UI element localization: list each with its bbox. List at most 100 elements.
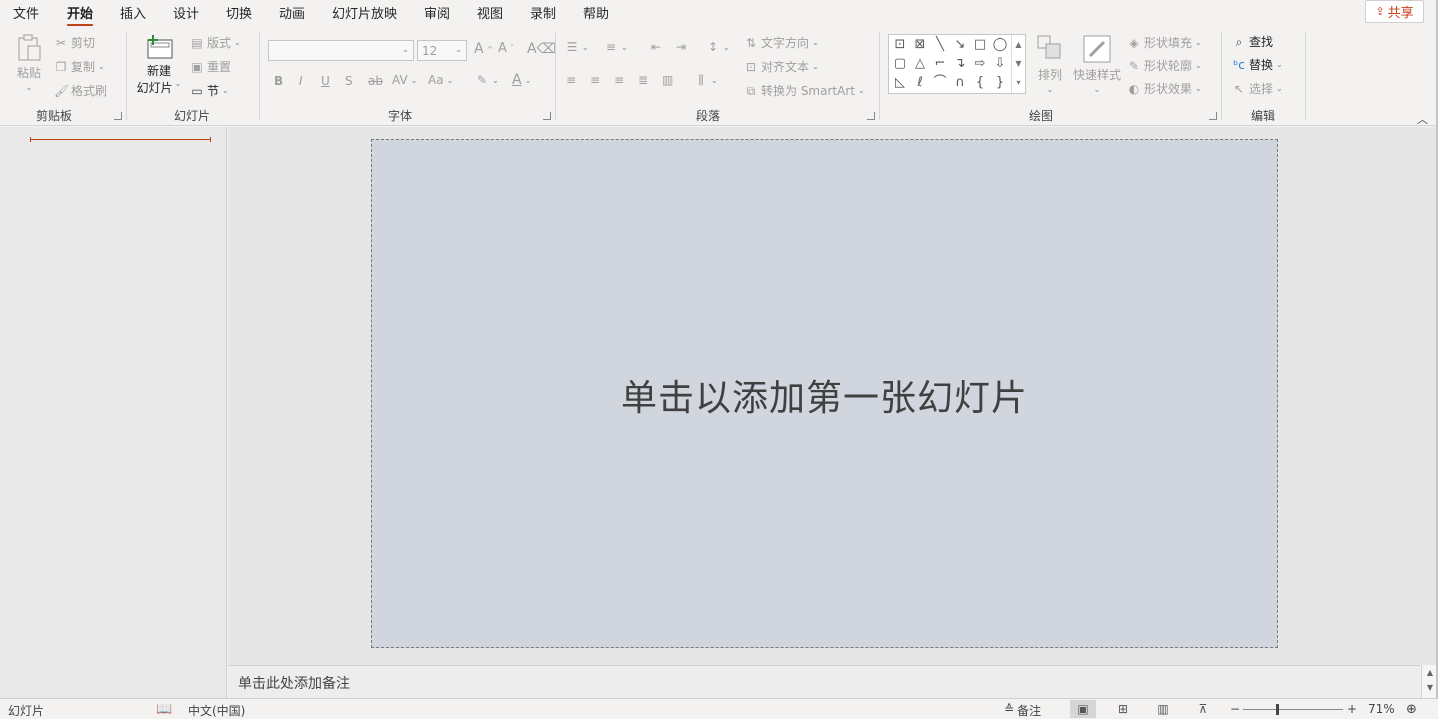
cut-label: 剪切 — [71, 36, 96, 50]
bold-button[interactable]: B — [274, 74, 283, 88]
tab-file[interactable]: 文件 — [13, 3, 39, 22]
share-button[interactable]: ⇪ 共享 — [1365, 0, 1424, 23]
shape-fill-button[interactable]: ◈ 形状填充 ⌄ — [1127, 34, 1201, 51]
scribble-shape-icon[interactable]: ℓ — [911, 74, 929, 92]
normal-view-icon[interactable]: ▣ — [1070, 700, 1096, 718]
copy-button[interactable]: ❐ 复制 ⌄ — [54, 58, 105, 75]
zoom-slider[interactable] — [1243, 704, 1343, 715]
clipboard-launcher-icon[interactable] — [114, 112, 122, 120]
layout-button[interactable]: ▤ 版式 ⌄ — [190, 34, 240, 51]
arc-shape-icon[interactable]: ⌒ — [931, 74, 949, 92]
shrink-font-icon[interactable]: Aˇ — [498, 41, 514, 56]
new-slide-button[interactable]: 新建 幻灯片 ⌄ — [136, 34, 182, 96]
rectangle-shape-icon[interactable]: □ — [971, 36, 989, 54]
highlight-button[interactable]: ✎ ⌄ — [475, 73, 499, 87]
font-size-combobox[interactable]: 12 ⌄ — [417, 40, 467, 61]
language-indicator[interactable]: 中文(中国) — [188, 702, 245, 719]
tab-design[interactable]: 设计 — [173, 3, 199, 22]
rounded-rect-shape-icon[interactable]: ▢ — [891, 55, 909, 73]
empty-slide-placeholder[interactable]: 单击以添加第一张幻灯片 — [371, 139, 1278, 648]
tab-review[interactable]: 审阅 — [424, 3, 450, 22]
zoom-out-icon[interactable]: − — [1230, 702, 1240, 716]
reset-label: 重置 — [207, 60, 232, 74]
collapse-ribbon-icon[interactable]: ︿ — [1417, 111, 1428, 127]
distributed-icon[interactable]: ▥ — [662, 73, 673, 87]
notes-pane[interactable]: 单击此处添加备注 — [228, 665, 1420, 698]
shadow-button[interactable]: S — [345, 74, 353, 88]
cut-button[interactable]: ✂ 剪切 — [54, 34, 95, 51]
text-direction-button[interactable]: ⇅ 文字方向 ⌄ — [744, 34, 819, 51]
elbow-connector-shape-icon[interactable]: ⌐ — [931, 55, 949, 73]
increase-indent-icon[interactable]: ⇥ — [676, 40, 686, 54]
align-text-button[interactable]: ⊡ 对齐文本 ⌄ — [744, 58, 819, 75]
italic-button[interactable]: I — [299, 74, 303, 88]
right-arrow-shape-icon[interactable]: ⇨ — [971, 55, 989, 73]
quick-styles-button[interactable]: 快速样式 ⌄ — [1072, 34, 1122, 94]
tab-home[interactable]: 开始 — [67, 3, 94, 27]
notes-button[interactable]: ≙ 备注 — [1004, 702, 1041, 719]
shapes-gallery[interactable]: ⊡ ⊠ ╲ ↘ □ ◯ ▢ △ ⌐ ↴ ⇨ ⇩ ◺ ℓ ⌒ ∩ { } ▲ ▼ ▾ — [888, 34, 1026, 94]
font-color-button[interactable]: A ⌄ — [512, 72, 531, 88]
left-brace-shape-icon[interactable]: { — [971, 74, 989, 92]
find-button[interactable]: ⌕ 查找 — [1232, 33, 1273, 50]
tab-help[interactable]: 帮助 — [583, 3, 609, 22]
line-spacing-button[interactable]: ↕ ⌄ — [706, 40, 730, 54]
change-case-button[interactable]: Aa ⌄ — [428, 73, 453, 87]
format-painter-button[interactable]: 🖌 格式刷 — [54, 82, 107, 99]
down-arrow-shape-icon[interactable]: ⇩ — [991, 55, 1009, 73]
paragraph-launcher-icon[interactable] — [867, 112, 875, 120]
align-right-icon[interactable]: ≡ — [614, 73, 624, 87]
vertical-textbox-shape-icon[interactable]: ⊠ — [911, 36, 929, 54]
zoom-level[interactable]: 71% — [1368, 702, 1395, 716]
accessibility-icon[interactable]: 📖 — [156, 702, 172, 717]
font-name-combobox[interactable]: ⌄ — [268, 40, 414, 61]
paste-button[interactable]: 粘贴 ⌄ — [15, 34, 43, 92]
curve-shape-icon[interactable]: ∩ — [951, 74, 969, 92]
tab-record[interactable]: 录制 — [530, 3, 556, 22]
shapes-gallery-scroll[interactable]: ▲ ▼ ▾ — [1011, 35, 1025, 93]
clear-formatting-icon[interactable]: A⌫ — [527, 41, 556, 57]
grow-font-icon[interactable]: A ^ — [474, 41, 493, 57]
fit-to-window-icon[interactable]: ⊕ — [1406, 702, 1417, 717]
shape-effects-button[interactable]: ◐ 形状效果 ⌄ — [1127, 80, 1202, 97]
triangle-shape-icon[interactable]: △ — [911, 55, 929, 73]
columns-button[interactable]: ⫼ ⌄ — [694, 73, 717, 87]
underline-button[interactable]: U — [321, 74, 330, 88]
section-button[interactable]: ▭ 节 ⌄ — [190, 82, 228, 99]
convert-smartart-button[interactable]: ⧉ 转换为 SmartArt ⌄ — [744, 82, 865, 99]
right-brace-shape-icon[interactable]: } — [991, 74, 1009, 92]
numbering-button[interactable]: ≡ ⌄ — [604, 40, 628, 54]
shape-outline-button[interactable]: ✎ 形状轮廓 ⌄ — [1127, 57, 1202, 74]
zoom-slider-thumb[interactable] — [1276, 704, 1279, 715]
arrow-line-shape-icon[interactable]: ↘ — [951, 36, 969, 54]
select-button[interactable]: ↖ 选择 ⌄ — [1232, 80, 1283, 97]
slide-thumbnail-pane[interactable] — [0, 127, 227, 698]
oval-shape-icon[interactable]: ◯ — [991, 36, 1009, 54]
align-left-icon[interactable]: ≡ — [566, 73, 576, 87]
drawing-launcher-icon[interactable] — [1209, 112, 1217, 120]
bullets-button[interactable]: ☰ ⌄ — [565, 40, 589, 54]
arrange-button[interactable]: 排列 ⌄ — [1035, 34, 1065, 94]
slideshow-view-icon[interactable]: ⊼ — [1190, 700, 1216, 718]
slide-sorter-view-icon[interactable]: ⊞ — [1110, 700, 1136, 718]
tab-slideshow[interactable]: 幻灯片放映 — [332, 3, 397, 22]
tab-view[interactable]: 视图 — [477, 3, 503, 22]
tab-animations[interactable]: 动画 — [279, 3, 305, 22]
reset-button[interactable]: ▣ 重置 — [190, 58, 231, 75]
line-shape-icon[interactable]: ╲ — [931, 36, 949, 54]
tab-transitions[interactable]: 切换 — [226, 3, 252, 22]
replace-button[interactable]: ᵇc 替换 ⌄ — [1232, 56, 1283, 73]
strikethrough-button[interactable]: ab — [368, 74, 383, 88]
align-center-icon[interactable]: ≡ — [590, 73, 600, 87]
zoom-in-icon[interactable]: + — [1347, 702, 1357, 716]
decrease-indent-icon[interactable]: ⇤ — [651, 40, 661, 54]
reading-view-icon[interactable]: ▥ — [1150, 700, 1176, 718]
justify-icon[interactable]: ≣ — [638, 73, 648, 87]
font-launcher-icon[interactable] — [543, 112, 551, 120]
freeform-shape-icon[interactable]: ◺ — [891, 74, 909, 92]
text-direction-label: 文字方向 — [761, 36, 810, 50]
elbow-arrow-shape-icon[interactable]: ↴ — [951, 55, 969, 73]
textbox-shape-icon[interactable]: ⊡ — [891, 36, 909, 54]
char-spacing-button[interactable]: AV ⌄ — [392, 73, 417, 87]
tab-insert[interactable]: 插入 — [120, 3, 146, 22]
